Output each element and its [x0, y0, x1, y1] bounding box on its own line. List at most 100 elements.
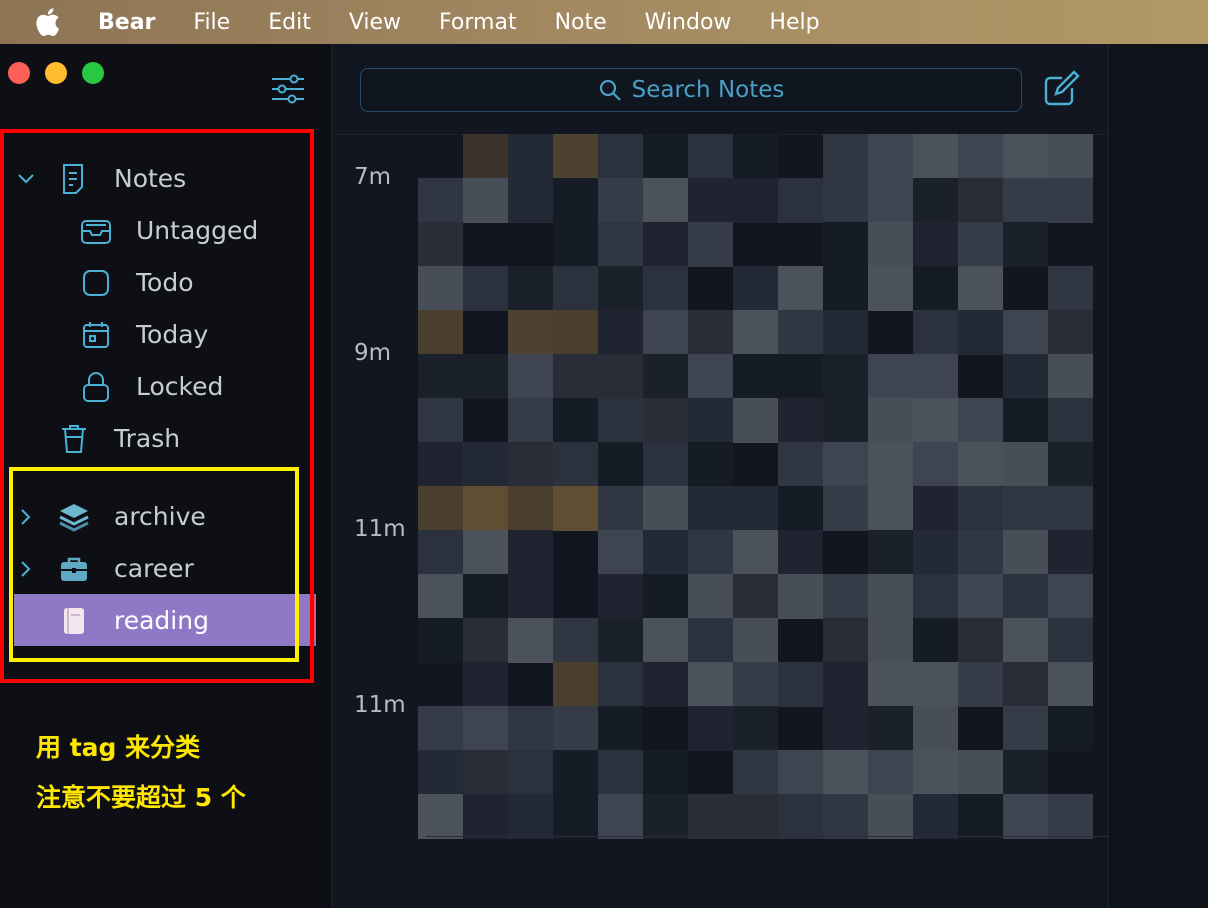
preview-pixel: [598, 266, 643, 311]
preview-pixel: [463, 794, 508, 839]
preview-pixel: [823, 618, 868, 663]
preview-pixel: [958, 530, 1003, 575]
annotation-yellow-box: [9, 467, 299, 662]
preview-pixel: [913, 398, 958, 443]
preview-pixel: [643, 574, 688, 619]
preview-pixel: [463, 486, 508, 531]
preview-pixel: [958, 442, 1003, 487]
preview-pixel: [913, 354, 958, 399]
preview-pixel: [958, 222, 1003, 267]
preview-pixel: [778, 178, 823, 223]
preview-pixel: [418, 574, 463, 619]
menu-bar: Bear File Edit View Format Note Window H…: [0, 0, 1208, 44]
note-list-end-divider: [426, 836, 1108, 837]
preview-pixel: [508, 574, 553, 619]
preview-pixel: [868, 398, 913, 443]
preview-pixel: [553, 266, 598, 311]
preview-pixel: [508, 442, 553, 487]
preview-pixel: [868, 750, 913, 795]
search-placeholder: Search Notes: [631, 77, 785, 103]
preview-pixel: [688, 178, 733, 223]
preview-pixel: [958, 134, 1003, 179]
preview-pixel: [1048, 398, 1093, 443]
preview-pixel: [463, 618, 508, 663]
preview-pixel: [598, 134, 643, 179]
preview-pixel: [913, 706, 958, 751]
preview-pixel: [643, 794, 688, 839]
menu-view[interactable]: View: [349, 10, 401, 35]
preview-pixel: [778, 794, 823, 839]
preview-pixel: [733, 794, 778, 839]
preview-pixel: [508, 134, 553, 179]
preview-pixel: [598, 618, 643, 663]
preview-pixel: [778, 442, 823, 487]
menu-window[interactable]: Window: [645, 10, 732, 35]
preview-pixel: [418, 486, 463, 531]
menu-format[interactable]: Format: [439, 10, 517, 35]
preview-pixel: [553, 178, 598, 223]
preview-pixel: [418, 310, 463, 355]
apple-logo-icon[interactable]: [34, 7, 60, 37]
menu-note[interactable]: Note: [555, 10, 607, 35]
preview-pixel: [688, 706, 733, 751]
preview-pixel: [643, 134, 688, 179]
note-timestamp: 9m: [354, 340, 392, 366]
preview-pixel: [823, 398, 868, 443]
preview-pixel: [868, 266, 913, 311]
search-notes-field[interactable]: Search Notes: [360, 68, 1022, 112]
preview-pixel: [913, 662, 958, 707]
preview-pixel: [823, 574, 868, 619]
preview-pixel: [868, 134, 913, 179]
preview-pixel: [553, 134, 598, 179]
preview-pixel: [1003, 618, 1048, 663]
filter-sliders-icon[interactable]: [270, 72, 306, 106]
preview-pixel: [733, 178, 778, 223]
preview-pixel: [688, 222, 733, 267]
preview-pixel: [913, 310, 958, 355]
preview-pixel: [733, 486, 778, 531]
menu-help[interactable]: Help: [769, 10, 819, 35]
app-window: Notes Untagged Todo Today Locked Trash a…: [0, 44, 1208, 908]
preview-pixel: [1048, 794, 1093, 839]
preview-pixel: [463, 706, 508, 751]
preview-pixel: [553, 398, 598, 443]
search-icon: [599, 79, 621, 101]
preview-pixel: [823, 706, 868, 751]
note-timestamp: 11m: [354, 516, 406, 542]
preview-pixel: [508, 618, 553, 663]
zoom-window-button[interactable]: [82, 62, 104, 84]
preview-pixel: [778, 486, 823, 531]
preview-pixel: [778, 662, 823, 707]
minimize-window-button[interactable]: [45, 62, 67, 84]
preview-pixel: [823, 486, 868, 531]
close-window-button[interactable]: [8, 62, 30, 84]
preview-pixel: [643, 530, 688, 575]
menu-app-name[interactable]: Bear: [98, 10, 155, 35]
preview-pixel: [508, 486, 553, 531]
preview-pixel: [598, 574, 643, 619]
compose-note-icon[interactable]: [1042, 68, 1082, 108]
preview-pixel: [1003, 222, 1048, 267]
preview-pixel: [958, 750, 1003, 795]
preview-pixel: [733, 310, 778, 355]
preview-pixel: [1048, 178, 1093, 223]
preview-pixel: [508, 354, 553, 399]
preview-pixel: [868, 178, 913, 223]
preview-pixel: [463, 354, 508, 399]
preview-pixel: [643, 662, 688, 707]
menu-edit[interactable]: Edit: [268, 10, 311, 35]
note-timestamp: 11m: [354, 692, 406, 718]
menu-file[interactable]: File: [193, 10, 230, 35]
preview-pixel: [823, 662, 868, 707]
preview-pixel: [913, 794, 958, 839]
preview-pixel: [958, 662, 1003, 707]
preview-pixel: [823, 442, 868, 487]
preview-pixel: [418, 530, 463, 575]
preview-pixel: [643, 486, 688, 531]
preview-pixel: [463, 662, 508, 707]
preview-pixel: [1003, 134, 1048, 179]
preview-pixel: [913, 486, 958, 531]
preview-pixel: [688, 794, 733, 839]
preview-pixel: [733, 530, 778, 575]
preview-pixel: [1003, 574, 1048, 619]
